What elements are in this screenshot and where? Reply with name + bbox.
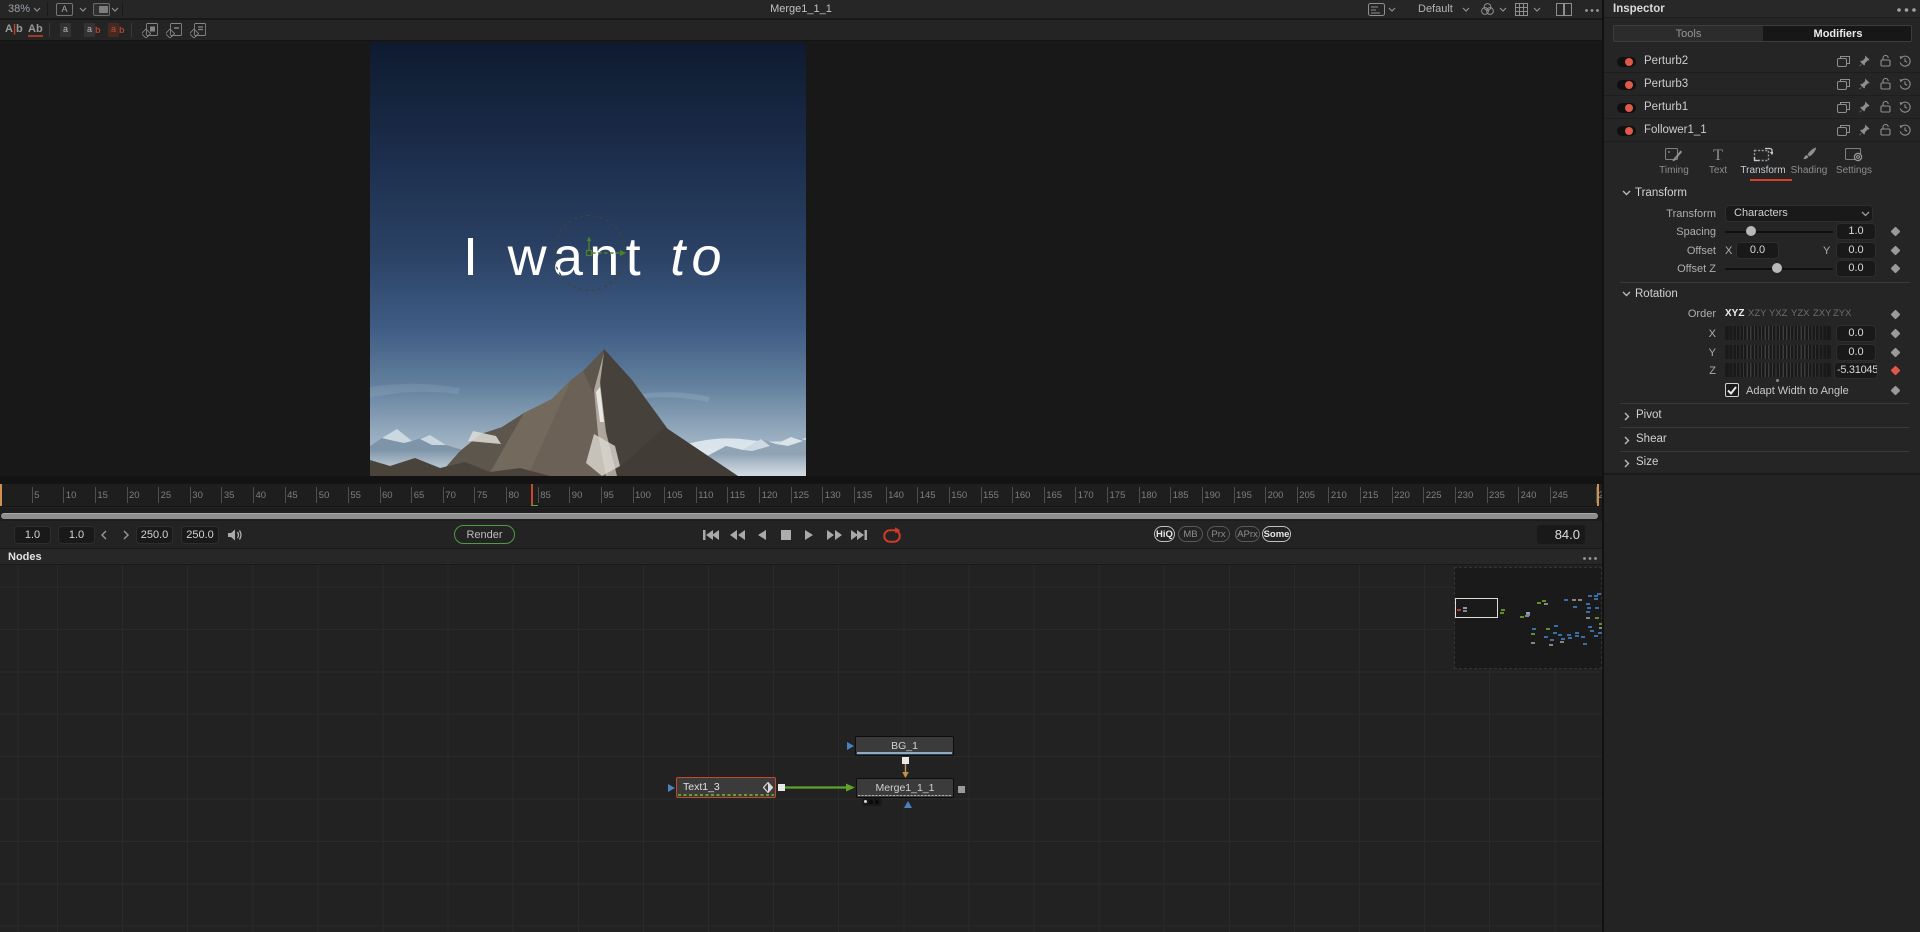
svg-text:I want to: I want to <box>463 227 728 287</box>
svg-text:T: T <box>1713 147 1723 162</box>
